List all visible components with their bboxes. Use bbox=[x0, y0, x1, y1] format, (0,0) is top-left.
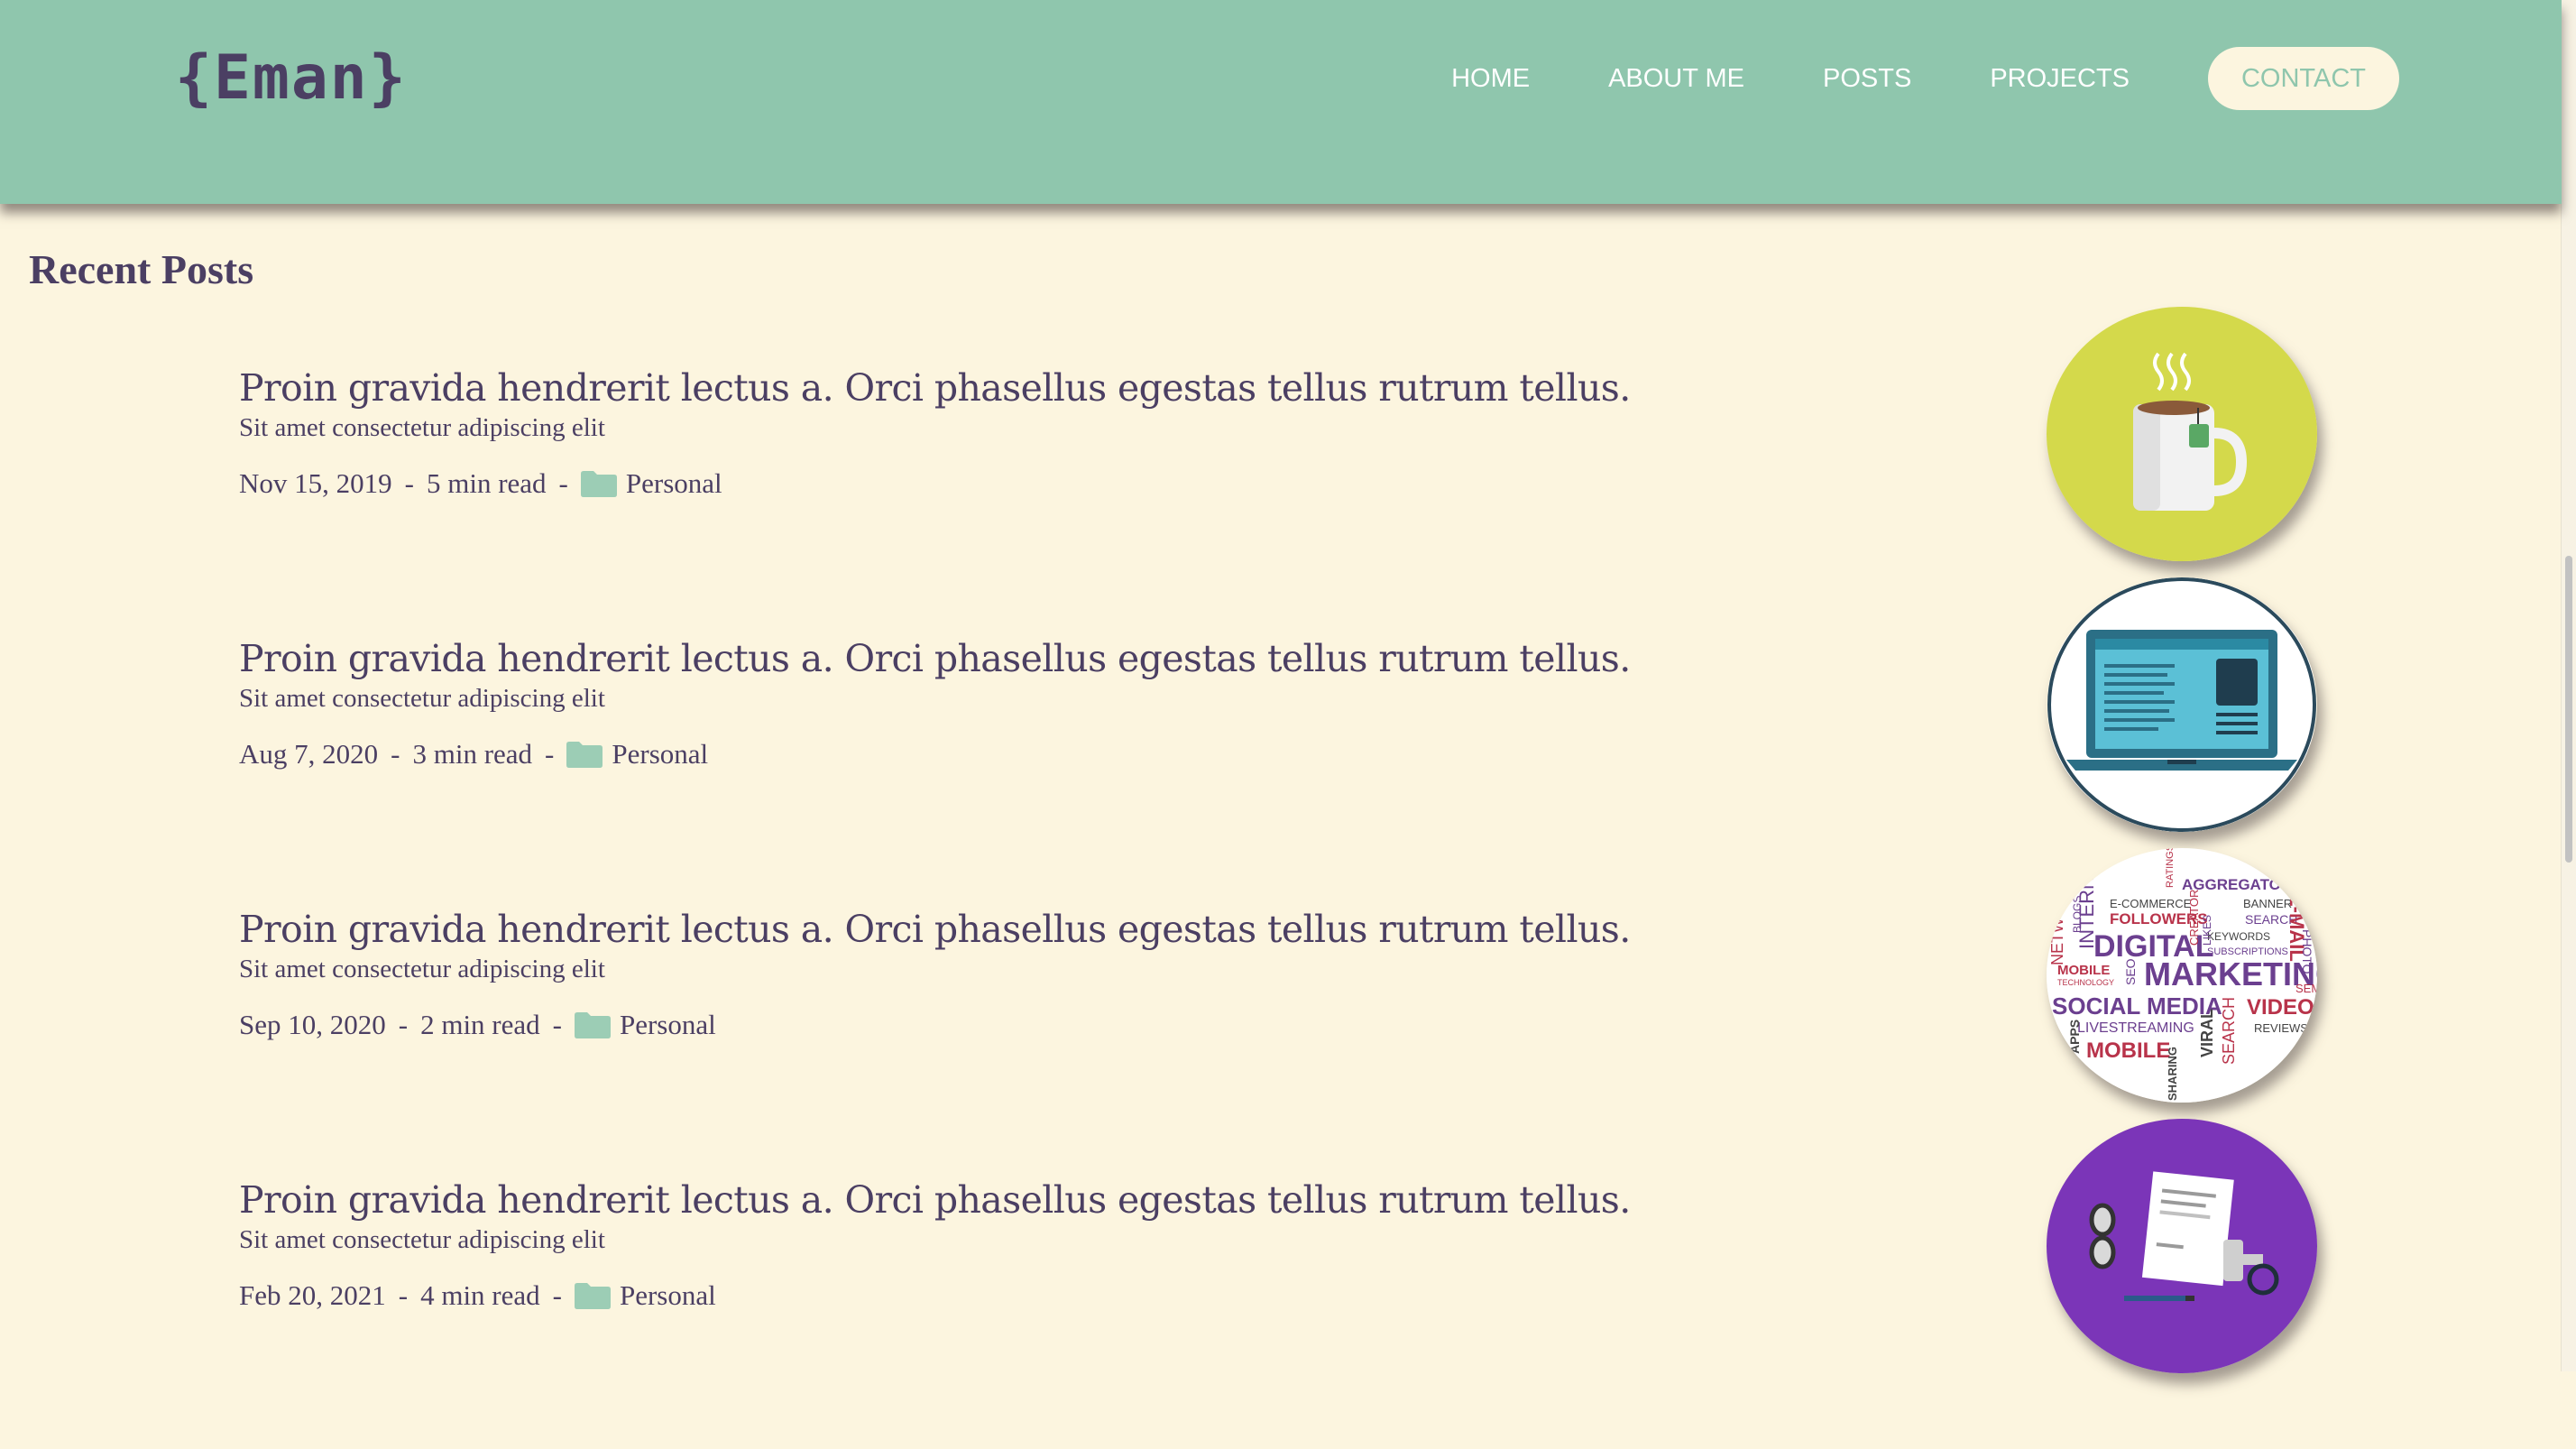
post-meta: Feb 20, 2021 - 4 min read - Personal bbox=[239, 1279, 716, 1312]
scrollbar-thumb[interactable] bbox=[2565, 556, 2572, 863]
contact-button[interactable]: CONTACT bbox=[2208, 47, 2399, 110]
cloud-word: SEARCH bbox=[2220, 997, 2238, 1065]
cloud-word: BANNER bbox=[2243, 897, 2292, 910]
meta-separator: - bbox=[552, 1009, 562, 1040]
post-meta: Nov 15, 2019 - 5 min read - Personal bbox=[239, 467, 722, 500]
cloud-word: LIKES bbox=[2201, 915, 2213, 946]
post-title[interactable]: Proin gravida hendrerit lectus a. Orci p… bbox=[239, 637, 1631, 680]
cloud-word: SEM bbox=[2295, 982, 2317, 995]
word-cloud-image: AGGREGATORS E-COMMERCE BANNER BLOGS FOLL… bbox=[2047, 848, 2317, 1103]
post-thumbnail[interactable]: AGGREGATORS E-COMMERCE BANNER BLOGS FOLL… bbox=[2047, 848, 2317, 1103]
meta-separator: - bbox=[552, 1279, 562, 1311]
cloud-word: PHOTO bbox=[2300, 929, 2314, 974]
post-read-time: 2 min read bbox=[420, 1009, 540, 1040]
post-subtitle: Sit amet consectetur adipiscing elit bbox=[239, 684, 605, 713]
site-logo[interactable]: {Eman} bbox=[175, 38, 408, 119]
post-meta: Aug 7, 2020 - 3 min read - Personal bbox=[239, 738, 708, 771]
cloud-word: REVIEWS bbox=[2254, 1021, 2308, 1035]
post-thumbnail[interactable] bbox=[2047, 1119, 2317, 1373]
post-category[interactable]: Personal bbox=[626, 467, 722, 500]
cloud-word: TECHNOLOGY bbox=[2057, 978, 2114, 987]
nav-projects[interactable]: PROJECTS bbox=[1990, 64, 2130, 94]
post-subtitle: Sit amet consectetur adipiscing elit bbox=[239, 1225, 605, 1254]
post-date: Sep 10, 2020 bbox=[239, 1009, 386, 1040]
post-read-time: 4 min read bbox=[420, 1279, 540, 1311]
meta-separator: - bbox=[558, 467, 568, 499]
post-item: Proin gravida hendrerit lectus a. Orci p… bbox=[239, 848, 2317, 1178]
folder-icon bbox=[574, 1283, 611, 1309]
post-read-time: 3 min read bbox=[412, 738, 533, 770]
cloud-word: SEO bbox=[2123, 958, 2138, 985]
meta-separator: - bbox=[404, 467, 414, 499]
meta-separator: - bbox=[545, 738, 555, 770]
meta-separator: - bbox=[398, 1009, 409, 1040]
documents-icon bbox=[2047, 1119, 2317, 1373]
cloud-word: APPS bbox=[2067, 1020, 2082, 1054]
post-subtitle: Sit amet consectetur adipiscing elit bbox=[239, 955, 605, 983]
main-nav: HOME ABOUT ME POSTS PROJECTS CONTACT bbox=[1373, 47, 2399, 110]
post-title[interactable]: Proin gravida hendrerit lectus a. Orci p… bbox=[239, 366, 1631, 410]
nav-posts[interactable]: POSTS bbox=[1823, 64, 1911, 94]
section-title: Recent Posts bbox=[29, 246, 254, 292]
page-scrollbar[interactable] bbox=[2561, 0, 2576, 1371]
tea-cup-icon bbox=[2047, 307, 2317, 561]
post-thumbnail[interactable] bbox=[2047, 307, 2317, 561]
post-category[interactable]: Personal bbox=[620, 1009, 716, 1041]
post-date: Feb 20, 2021 bbox=[239, 1279, 386, 1311]
meta-separator: - bbox=[398, 1279, 409, 1311]
cloud-word: SHARING bbox=[2166, 1047, 2179, 1101]
cloud-word: VIDEOS bbox=[2247, 995, 2317, 1020]
meta-separator: - bbox=[391, 738, 400, 770]
folder-icon bbox=[574, 1012, 611, 1038]
cloud-word: LIVESTREAMING bbox=[2077, 1020, 2194, 1036]
post-category[interactable]: Personal bbox=[612, 738, 708, 771]
cloud-word: E-COMMERCE bbox=[2110, 897, 2192, 910]
post-meta: Sep 10, 2020 - 2 min read - Personal bbox=[239, 1009, 716, 1041]
site-header: {Eman} HOME ABOUT ME POSTS PROJECTS CONT… bbox=[0, 0, 2562, 204]
post-date: Aug 7, 2020 bbox=[239, 738, 379, 770]
folder-icon bbox=[580, 471, 617, 497]
laptop-icon bbox=[2047, 577, 2316, 832]
post-item: Proin gravida hendrerit lectus a. Orci p… bbox=[239, 307, 2317, 637]
post-subtitle: Sit amet consectetur adipiscing elit bbox=[239, 413, 605, 442]
cloud-word: VIRAL bbox=[2198, 1009, 2216, 1057]
post-item: Proin gravida hendrerit lectus a. Orci p… bbox=[239, 1119, 2317, 1449]
post-title[interactable]: Proin gravida hendrerit lectus a. Orci p… bbox=[239, 908, 1631, 951]
cloud-word: SOCIAL MEDIA bbox=[2052, 992, 2222, 1020]
post-item: Proin gravida hendrerit lectus a. Orci p… bbox=[239, 577, 2316, 908]
post-title[interactable]: Proin gravida hendrerit lectus a. Orci p… bbox=[239, 1178, 1631, 1222]
folder-icon bbox=[566, 742, 603, 768]
cloud-word: RATINGS bbox=[2165, 848, 2176, 888]
cloud-word: KEYWORDS bbox=[2207, 930, 2270, 943]
post-thumbnail[interactable] bbox=[2047, 577, 2317, 832]
nav-home[interactable]: HOME bbox=[1451, 64, 1530, 94]
post-category[interactable]: Personal bbox=[620, 1279, 716, 1312]
nav-about-me[interactable]: ABOUT ME bbox=[1608, 64, 1744, 94]
post-read-time: 5 min read bbox=[426, 467, 547, 499]
post-date: Nov 15, 2019 bbox=[239, 467, 392, 499]
cloud-word: CREATOR bbox=[2187, 890, 2201, 946]
cloud-word: MOBILE bbox=[2086, 1038, 2170, 1063]
